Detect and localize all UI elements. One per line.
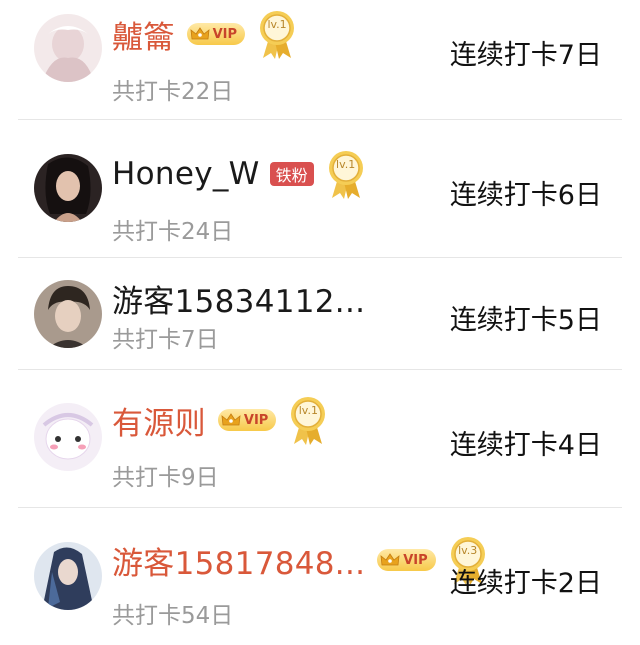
user-name[interactable]: 齇籥 [112, 12, 175, 57]
streak-label: 连续打卡5日 [449, 305, 602, 336]
vip-badge: VIP [377, 549, 436, 571]
list-item[interactable]: 游客15817848... VIP lv.3 共打卡54日 连续打卡2日 [0, 508, 640, 645]
user-name[interactable]: Honey_W [112, 156, 260, 192]
fan-badge: 铁粉 [269, 162, 314, 186]
total-checkins: 共打卡22日 [112, 79, 234, 105]
vip-badge: VIP [186, 23, 246, 45]
total-checkins: 共打卡24日 [112, 219, 234, 245]
avatar[interactable] [34, 280, 102, 348]
vip-badge: VIP [217, 409, 277, 431]
list-item[interactable]: 游客15834112... 共打卡7日 连续打卡5日 [0, 258, 640, 370]
avatar[interactable] [34, 542, 102, 610]
list-item[interactable]: 有源则 VIP lv.1 共打卡9日 连续打卡4日 [0, 370, 640, 508]
name-line: 有源则 VIP lv.1 [112, 397, 328, 445]
level-label: lv.3 [458, 544, 478, 557]
user-name[interactable]: 游客15834112... [112, 276, 365, 321]
medal-icon [291, 397, 326, 445]
avatar[interactable] [34, 154, 102, 222]
streak-label: 连续打卡6日 [449, 180, 602, 211]
avatar[interactable] [34, 403, 102, 471]
name-line: Honey_W 铁粉 lv.1 [112, 151, 366, 199]
list-item[interactable]: Honey_W 铁粉 lv.1 共打卡24日 连续打卡6日 [0, 120, 640, 258]
name-line: 齇籥 VIP lv.1 [112, 11, 297, 59]
list-item[interactable]: 齇籥 VIP lv.1 共打卡22日 连续打卡7日 [0, 0, 640, 120]
user-name[interactable]: 有源则 [112, 398, 206, 443]
avatar[interactable] [34, 14, 102, 82]
medal-icon [328, 151, 363, 199]
crown-icon [221, 413, 241, 426]
crown-icon [380, 553, 400, 566]
vip-label: VIP [403, 552, 428, 568]
level-badge: lv.1 [288, 394, 328, 446]
crown-icon [190, 27, 210, 40]
level-badge: lv.1 [326, 148, 366, 200]
name-line: 游客15817848... VIP lv.3 [112, 537, 488, 585]
level-badge: lv.1 [257, 8, 297, 60]
level-label: lv.1 [336, 158, 356, 171]
name-line: 游客15834112... [112, 276, 365, 321]
streak-label: 连续打卡4日 [449, 430, 602, 461]
level-label: lv.1 [267, 18, 287, 31]
streak-label: 连续打卡7日 [449, 40, 602, 71]
total-checkins: 共打卡9日 [112, 465, 219, 491]
user-name[interactable]: 游客15817848... [112, 538, 365, 583]
medal-icon [260, 11, 295, 59]
vip-label: VIP [212, 26, 238, 42]
total-checkins: 共打卡54日 [112, 603, 234, 629]
level-label: lv.1 [298, 404, 318, 417]
streak-label: 连续打卡2日 [449, 568, 602, 599]
vip-label: VIP [243, 412, 269, 428]
total-checkins: 共打卡7日 [112, 327, 219, 353]
